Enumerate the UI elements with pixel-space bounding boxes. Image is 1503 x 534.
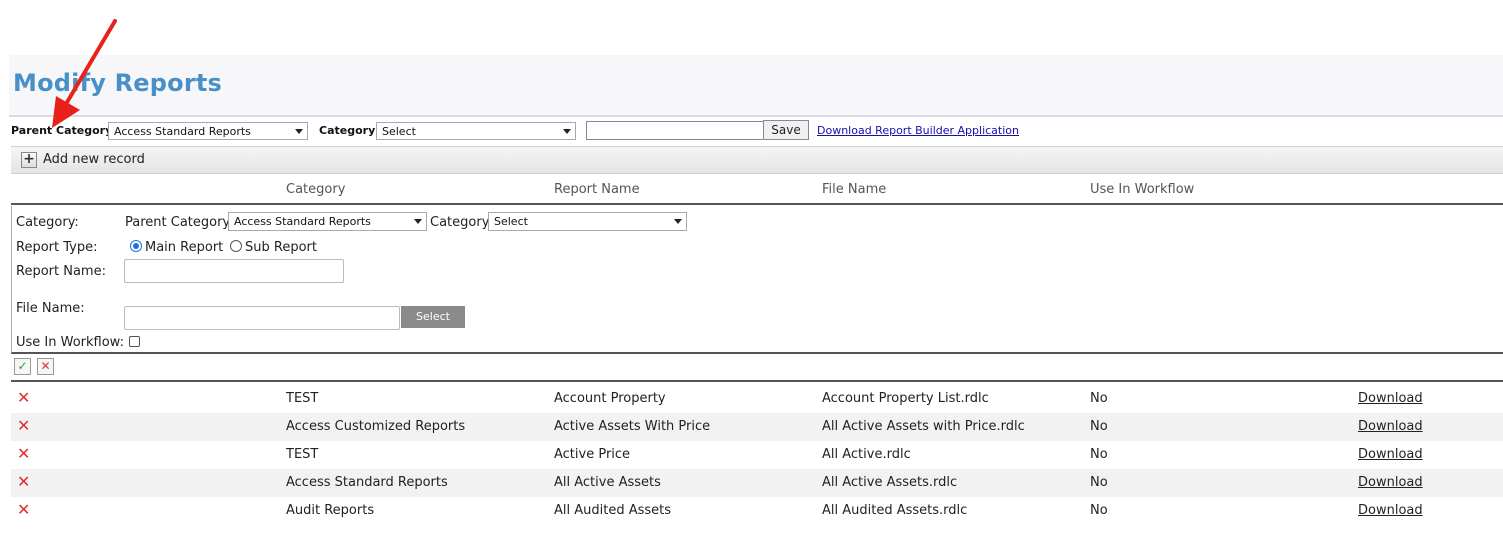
annotation-arrow-icon <box>52 19 117 128</box>
annotation-arrow-shaft <box>64 19 117 106</box>
